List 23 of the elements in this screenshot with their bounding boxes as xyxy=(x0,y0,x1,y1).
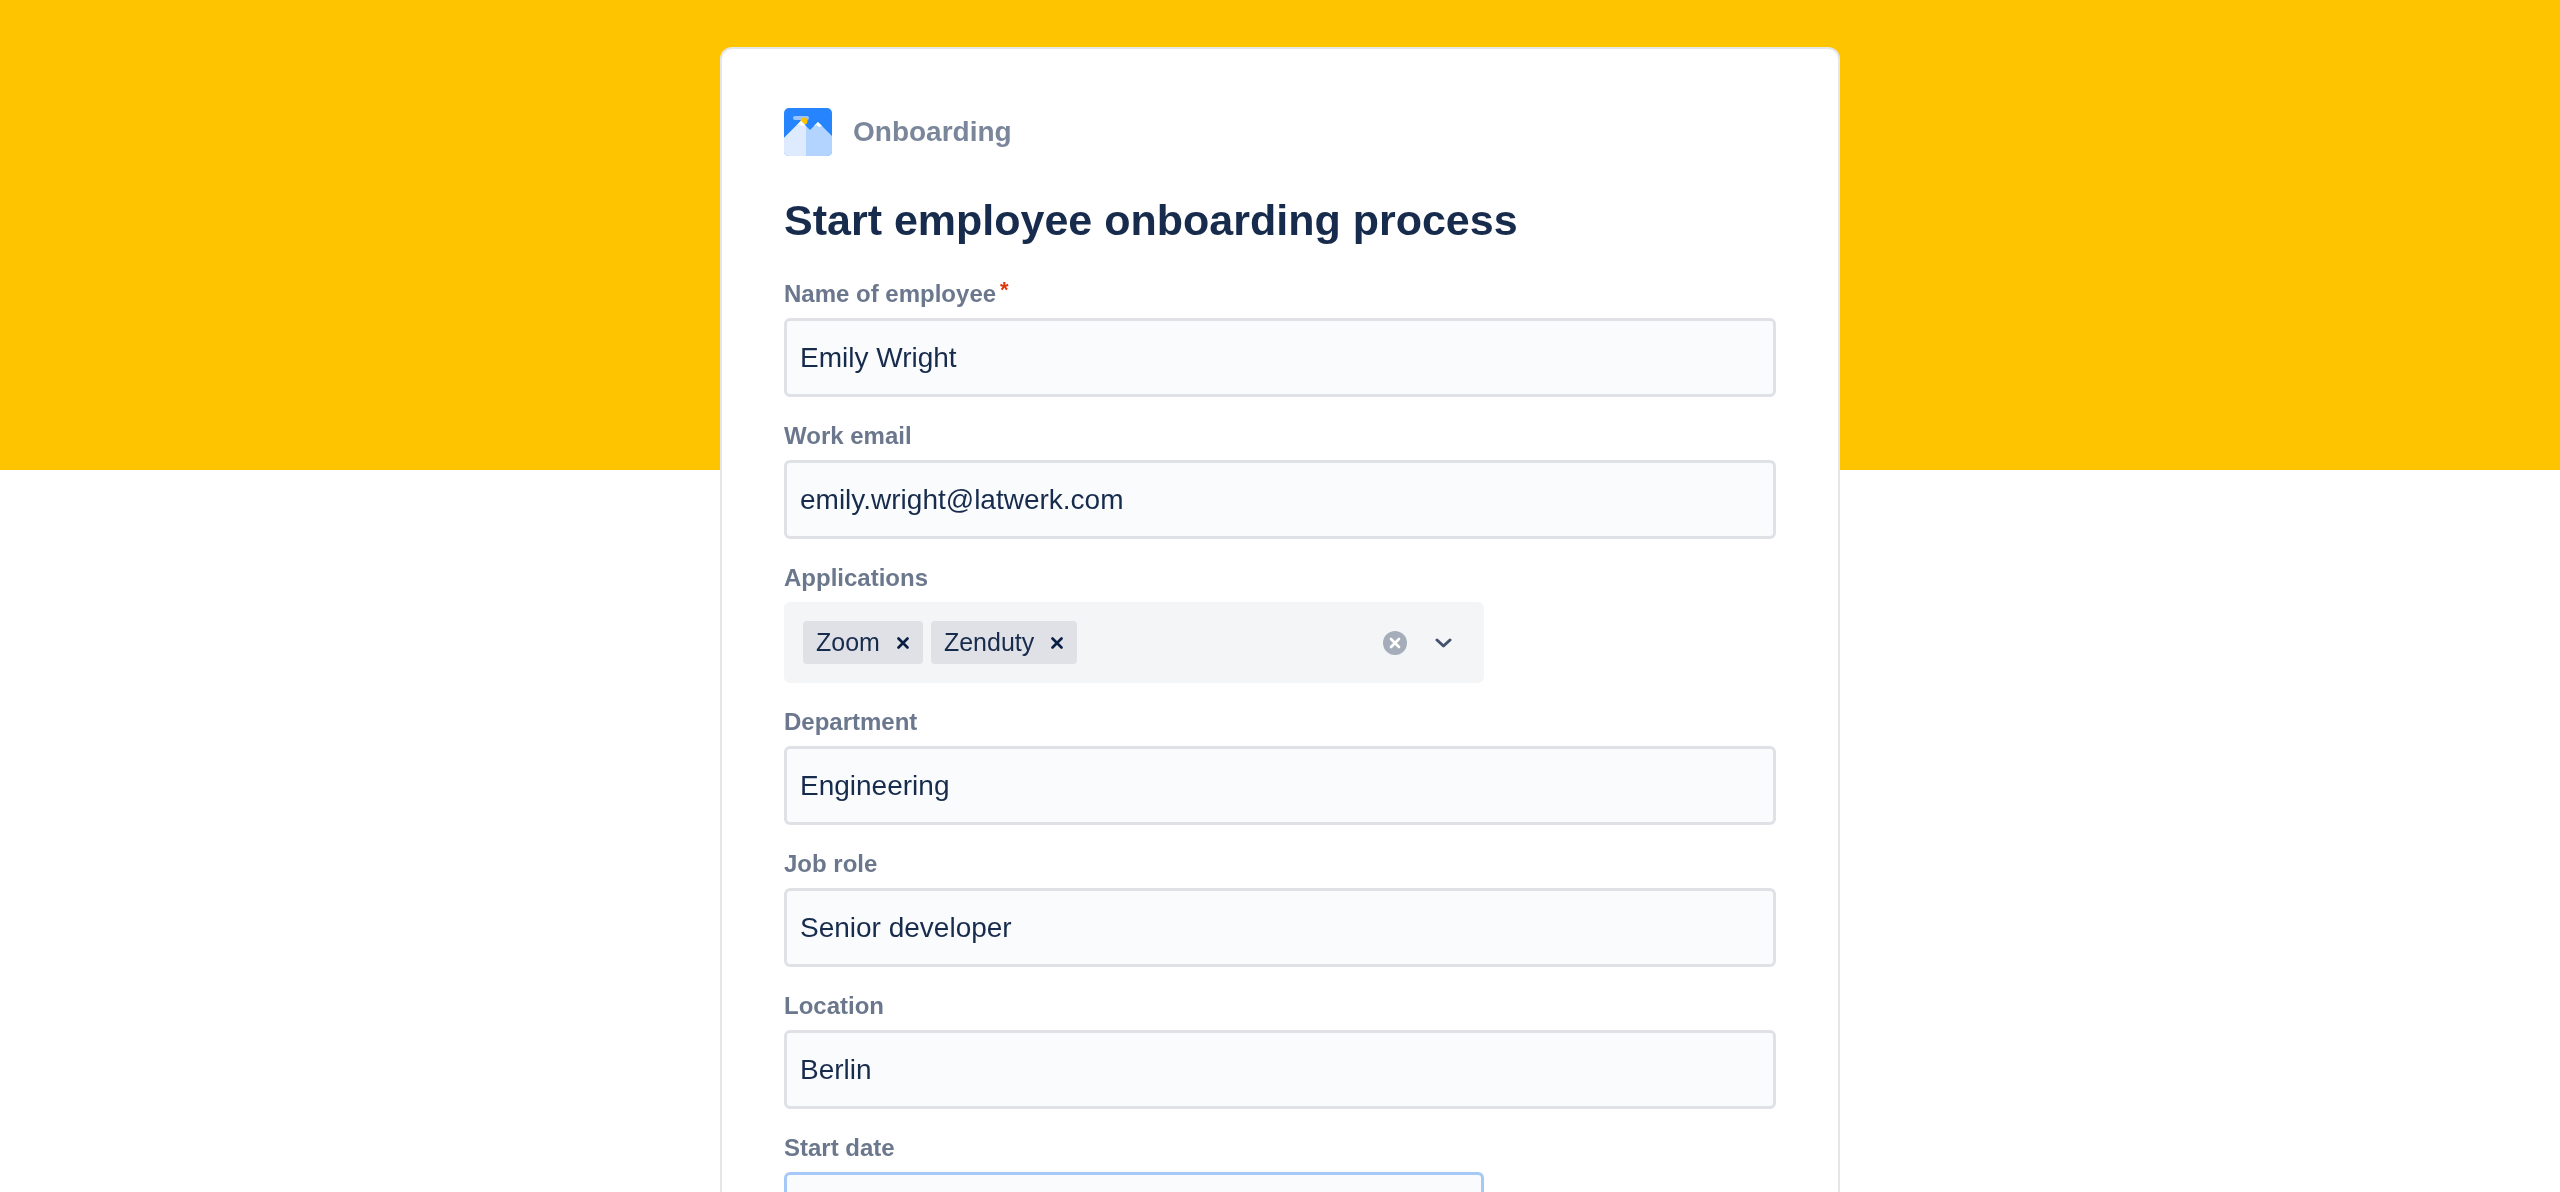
field-label: Name of employee xyxy=(784,279,997,309)
date-input[interactable] xyxy=(784,1172,1484,1192)
field-label: Department xyxy=(784,707,918,737)
field-label: Location xyxy=(784,991,884,1021)
tag-label: Zenduty xyxy=(943,626,1035,658)
close-icon[interactable] xyxy=(1051,636,1064,649)
text-input[interactable]: Engineering xyxy=(784,746,1776,825)
text-input[interactable]: Senior developer xyxy=(784,888,1776,967)
field-label: Start date xyxy=(784,1133,895,1163)
text-input[interactable]: emily.wright@latwerk.com xyxy=(784,460,1776,539)
app-name: Onboarding xyxy=(853,115,1012,149)
chevron-down-icon[interactable] xyxy=(1435,637,1452,648)
field-label: Work email xyxy=(784,421,912,451)
field-label: Job role xyxy=(784,849,878,879)
applications-select[interactable]: Zoom Zenduty xyxy=(784,602,1484,683)
field-label: Applications xyxy=(784,563,928,593)
mountain-logo-icon xyxy=(784,108,832,156)
tag-label: Zoom xyxy=(816,626,880,658)
text-input[interactable]: Emily Wright xyxy=(784,318,1776,397)
form-title: Start employee onboarding process xyxy=(784,195,1519,246)
close-icon[interactable] xyxy=(896,636,909,649)
text-input[interactable]: Berlin xyxy=(784,1030,1776,1109)
required-mark: * xyxy=(1000,279,1009,301)
